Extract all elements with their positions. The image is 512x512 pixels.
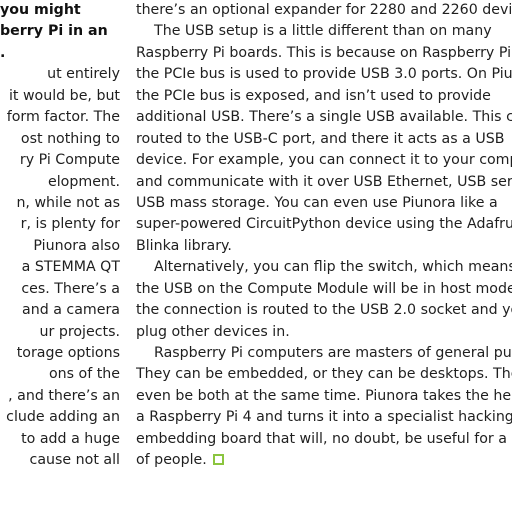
heading-line: you might [0,2,81,18]
text-line: Piunora also [33,237,120,254]
text-line: elopment. [48,173,120,190]
end-of-article-icon [212,454,224,466]
text-line: , and there’s an [8,387,120,404]
text-line: device. For example, you can connect it … [136,152,512,169]
text-line: The USB setup is a little different than… [136,23,492,40]
text-line: the PCIe bus is used to provide USB 3.0 … [136,66,512,83]
text-line: They can be embedded, or they can be des… [136,366,512,383]
text-line: ons of the [48,366,120,383]
last-text-line: of people. [136,450,512,471]
text-line: form factor. The [6,109,120,126]
text-line: n, while not as [16,194,120,211]
text-line: the connection is routed to the USB 2.0 … [136,302,512,319]
text-line: Raspberry Pi computers are masters of ge… [136,345,512,361]
text-line: Alternatively, you can flip the switch, … [136,259,512,276]
text-line: clude adding an [6,409,120,426]
text-line: Raspberry Pi boards. This is because on … [136,44,512,61]
text-line: USB mass storage. You can even use Piuno… [136,194,498,211]
text-line: ces. There’s a [21,280,120,297]
left-column-body: ut entirely it would be, but form factor… [0,64,120,471]
text-line: torage options [16,345,120,361]
text-line: even be both at the same time. Piunora t… [136,387,512,404]
text-line: ut entirely [47,66,120,83]
text-line: there’s an optional expander for 2280 an… [136,2,512,18]
text-line: ost nothing to [20,130,120,147]
text-line: the PCIe bus is exposed, and isn’t used … [136,87,491,104]
text-line-content: of people. [136,452,207,469]
text-line: embedding board that will, no doubt, be … [136,430,512,447]
text-line: r, is plenty for [20,216,120,233]
text-line: a Raspberry Pi 4 and turns it into a spe… [136,409,512,426]
right-column: there’s an optional expander for 2280 an… [136,0,512,472]
text-line: to add a huge [21,430,120,447]
text-line: super-powered CircuitPython device using… [136,216,512,233]
text-line: ur projects. [39,323,120,340]
text-line: routed to the USB-C port, and there it a… [136,130,505,147]
heading-line: . [0,44,6,61]
text-line: and communicate with it over USB Etherne… [136,173,512,190]
text-line: the USB on the Compute Module will be in… [136,280,512,297]
text-line: ry Pi Compute [19,152,120,169]
text-line: and a camera [22,302,120,319]
heading-line: berry Pi in an [0,23,108,40]
text-line: additional USB. There’s a single USB ava… [136,109,512,126]
text-line: plug other devices in. [136,323,290,340]
boxout-heading: you might berry Pi in an . [0,0,120,64]
text-line: cause not all [29,452,120,469]
text-line: it would be, but [8,87,120,104]
text-line: a STEMMA QT [21,259,120,276]
text-line: Blinka library. [136,237,232,254]
left-column: you might berry Pi in an . ut entirely i… [0,0,120,472]
